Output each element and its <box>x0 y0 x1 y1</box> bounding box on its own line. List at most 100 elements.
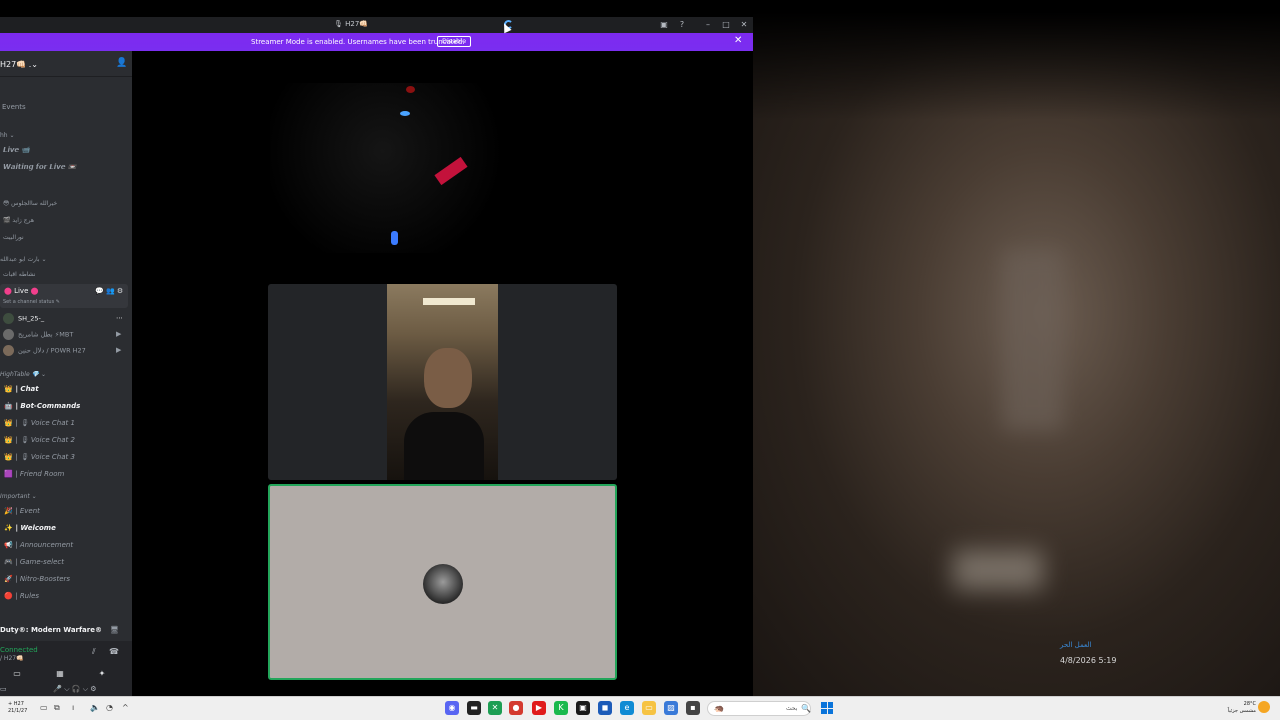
channel-item[interactable]: نشاطه اقبات <box>3 268 36 282</box>
channel-item[interactable]: 🤖 | Bot-Commands <box>4 399 80 413</box>
activity-game[interactable]: Duty®: Modern Warfare® <box>0 626 102 634</box>
chrome-app-icon[interactable]: ● <box>509 701 523 715</box>
channel-item[interactable]: 🎉 | Event <box>4 504 40 518</box>
category-header[interactable]: hh ⌄ <box>0 132 15 139</box>
channel-item[interactable]: 🎮 | Game-select <box>4 555 64 569</box>
channel-label: | Chat <box>15 385 39 393</box>
inbox-icon[interactable]: ▣ <box>658 19 670 31</box>
taskbar-left-info[interactable]: + H27 21/1/27 <box>8 701 27 715</box>
window-icon[interactable]: ⧉ <box>54 703 60 713</box>
activities-button[interactable]: ▦ <box>48 667 72 681</box>
channel-label: | Rules <box>15 592 40 600</box>
taskbar-search[interactable]: 🦔 بحث 🔍 <box>707 701 811 716</box>
invite-icon[interactable]: 👥 <box>106 287 115 295</box>
close-icon[interactable]: ✕ <box>734 35 742 46</box>
network-icon[interactable]: ◔ <box>106 703 113 712</box>
category-header[interactable]: HighTable 💎 ⌄ <box>0 371 46 378</box>
weather-sun-icon[interactable] <box>1258 701 1270 713</box>
xbox-app-icon[interactable]: ✕ <box>488 701 502 715</box>
maximize-icon[interactable]: □ <box>720 19 732 31</box>
channel-status[interactable]: Set a channel status ✎ <box>3 299 60 305</box>
chevron-up-icon[interactable]: ^ <box>122 703 129 712</box>
minimize-icon[interactable]: – <box>702 19 714 31</box>
channel-item[interactable]: نورالبيت <box>3 231 24 245</box>
voice-channel-live[interactable]: ⬤ Live ⬤ Set a channel status ✎ 💬 👥 ⚙ <box>0 284 128 308</box>
discord-app-icon[interactable]: ◉ <box>445 701 459 715</box>
desktop-widget-title[interactable]: العمل الحر <box>1060 641 1092 649</box>
channel-label: | Friend Room <box>15 470 65 478</box>
monitor-icon[interactable]: ▭ <box>40 703 48 712</box>
channel-item[interactable]: 👑 | 🎙 Voice Chat 3 <box>4 450 75 464</box>
video-icon: ▶ <box>116 330 122 338</box>
activity-icon[interactable]: 🖥 <box>110 626 119 634</box>
voice-channel-actions[interactable]: 💬 👥 ⚙ <box>95 287 123 295</box>
channel-item[interactable]: ✨ | Welcome <box>4 521 56 535</box>
server-header[interactable]: H27👊🏻 .⌄ 👤 <box>0 51 132 77</box>
start-icon[interactable] <box>821 702 833 714</box>
settings-icon[interactable]: ⚙ <box>117 287 123 295</box>
events-item[interactable]: Events <box>2 101 26 114</box>
screen-share-tile[interactable] <box>270 83 520 253</box>
channel-label: | Game-select <box>15 558 64 566</box>
file-explorer-icon[interactable]: ▭ <box>642 701 656 715</box>
channel-item[interactable]: 👑 | 🎙 Voice Chat 2 <box>4 433 75 447</box>
server-name: H27👊🏻 .⌄ <box>0 60 38 69</box>
window-title-text: H27👊🏻 <box>345 20 369 28</box>
channel-item[interactable]: 👑 | 🎙 Voice Chat 1 <box>4 416 75 430</box>
notes-app-icon[interactable]: ▪ <box>686 701 700 715</box>
party-icon: 🎉 <box>4 507 13 515</box>
volume-icon[interactable]: 🔈 <box>90 703 100 712</box>
weather-widget[interactable]: 28°C مشمس جزئياً <box>1224 701 1256 715</box>
crown-icon: 👑 <box>4 385 13 393</box>
add-user-icon[interactable]: 👤 <box>116 58 127 68</box>
youtube-app-icon[interactable]: ▶ <box>532 701 546 715</box>
channel-item[interactable]: 𝙒𝙖𝙞𝙩𝙞𝙣𝙜 𝙛𝙤𝙧 𝙇𝙞𝙫𝙚 📼 <box>3 160 76 174</box>
camera-button[interactable]: ▭ <box>5 667 29 681</box>
kick-app-icon[interactable]: K <box>554 701 568 715</box>
bot-icon: 🤖 <box>4 402 13 410</box>
voice-user[interactable]: بطل شامريح ⚡MBT ▶ <box>3 329 121 342</box>
photos-app-icon[interactable]: ▨ <box>664 701 678 715</box>
channel-item[interactable]: 👑 | Chat <box>4 382 39 396</box>
channel-item[interactable]: 📢 | Announcement <box>4 538 73 552</box>
channel-item[interactable]: 🚀 | Nitro-Boosters <box>4 572 70 586</box>
edge-app-icon[interactable]: e <box>620 701 634 715</box>
voice-user[interactable]: SH_25-_ ⋯ <box>3 313 123 326</box>
channel-item[interactable]: 𝙇𝙞𝙫𝙚 📹 <box>3 143 30 157</box>
category-header[interactable]: Important ⌄ <box>0 493 37 500</box>
disable-streamer-button[interactable]: Disable <box>437 36 472 47</box>
noise-suppression-icon[interactable]: ⫽ <box>92 647 96 657</box>
user-controls[interactable]: ▭ 🎤 ⌵ 🎧 ⌵ ⚙ <box>0 685 97 694</box>
voice-channel-label: ⬤ Live ⬤ <box>4 287 38 295</box>
megaphone-icon: 📢 <box>4 541 13 549</box>
wallpaper-shape <box>953 550 1043 590</box>
vpn-app-icon[interactable]: ◼ <box>598 701 612 715</box>
rocket-icon: 🚀 <box>4 575 13 583</box>
channel-item[interactable]: 🔴 | Rules <box>4 589 39 603</box>
soundboard-button[interactable]: ✦ <box>90 667 114 681</box>
close-window-icon[interactable]: ✕ <box>738 19 750 31</box>
editor-app-icon[interactable]: ▣ <box>576 701 590 715</box>
title-bar[interactable]: 🎙 H27👊🏻 ▣ ? – □ ✕ <box>0 17 753 33</box>
camera-video <box>387 284 498 480</box>
channel-item[interactable]: 🟪 | Friend Room <box>4 467 64 481</box>
disconnect-icon[interactable]: ☎ <box>109 647 119 656</box>
category-header[interactable]: بارت ابو عبدالله ⌄ <box>0 256 46 263</box>
chat-icon[interactable]: 💬 <box>95 287 104 295</box>
mic-icon: 🎙 <box>334 20 343 28</box>
desktop-widget-date: 4/8/2026 5:19 <box>1060 656 1117 665</box>
voice-user[interactable]: دلال حنين / POWR H27 ▶ <box>3 345 121 358</box>
channel-item[interactable]: 😳 خيرالله ساالجلوس <box>3 197 57 211</box>
camera-tile[interactable] <box>268 284 617 480</box>
search-highlight-icon: 🦔 <box>714 704 724 713</box>
live-dot-icon: ⬤ <box>30 287 39 295</box>
terminal-app-icon[interactable]: ▬ <box>467 701 481 715</box>
user-tile-speaking[interactable] <box>268 484 617 680</box>
connection-status[interactable]: Connected <box>0 646 38 654</box>
info-icon[interactable]: ı <box>72 703 74 712</box>
help-icon[interactable]: ? <box>676 19 688 31</box>
channel-item[interactable]: 🎬 هرج زايد <box>3 214 34 228</box>
window-title: 🎙 H27👊🏻 <box>334 20 368 28</box>
channel-label: | Bot-Commands <box>15 402 81 410</box>
screen: العمل الحر 4/8/2026 5:19 🎙 H27👊🏻 ▣ ? – □… <box>0 0 1280 720</box>
